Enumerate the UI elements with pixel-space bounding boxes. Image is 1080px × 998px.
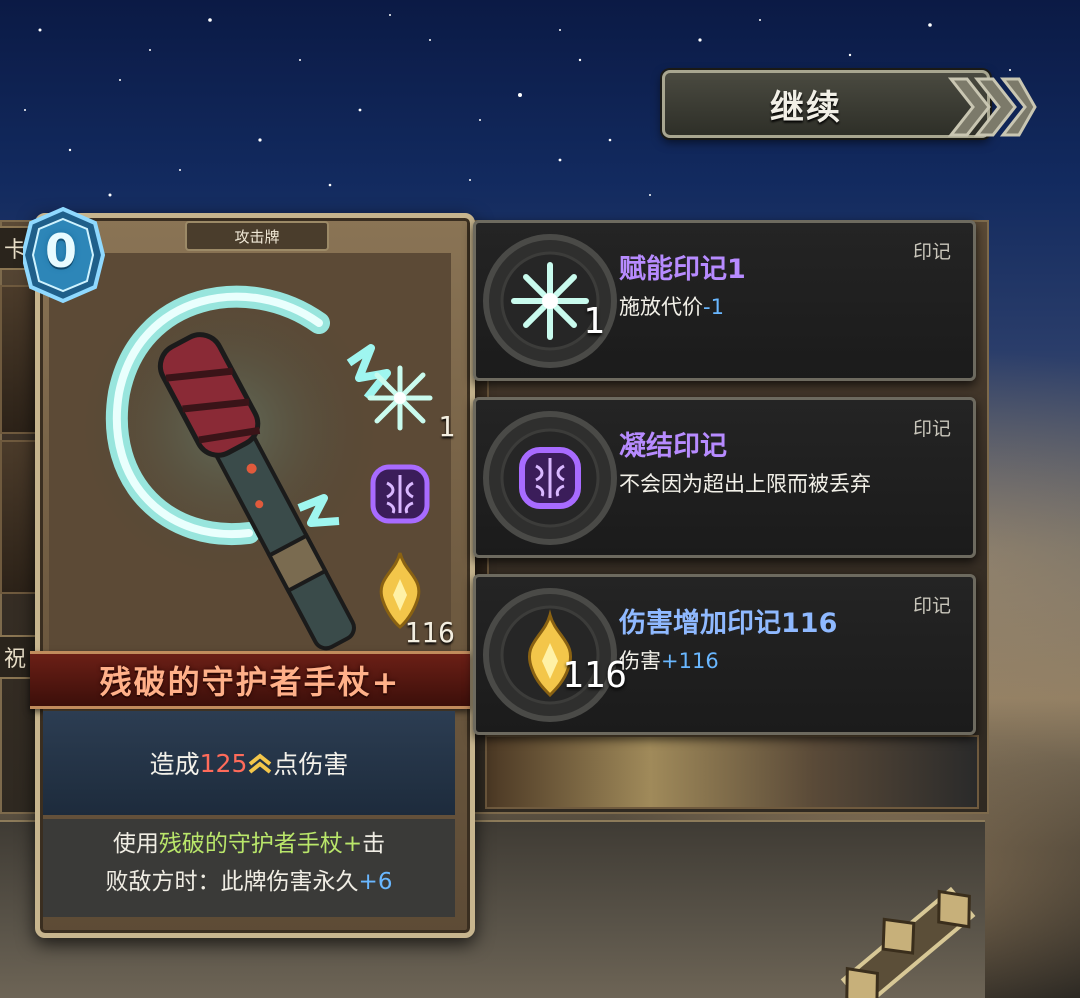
continue-button[interactable]: 继续: [662, 70, 1037, 138]
background-card[interactable]: [0, 285, 40, 434]
background-card[interactable]: [0, 440, 40, 594]
spark-rune-icon: [367, 365, 433, 431]
rune-description: 不会因为超出上限而被丢弃: [619, 468, 871, 498]
rune-desc-value: -1: [703, 295, 724, 319]
rune-title: 赋能印记1: [619, 254, 746, 285]
card-extra-effect: 使用残破的守护者手杖+击 败敌方时：此牌伤害永久+6: [43, 819, 455, 917]
rune-tag: 印记: [912, 595, 951, 617]
extra-text: 击: [362, 831, 386, 857]
rune-desc-text: 伤害: [619, 649, 661, 673]
card-rune-flame[interactable]: 116: [365, 549, 455, 649]
rune-tag: 印记: [912, 418, 951, 440]
upgrade-chevron-icon: [249, 753, 272, 774]
extra-line-2: 败敌方时：此牌伤害永久+6: [43, 863, 455, 901]
brain-rune-icon: [483, 411, 617, 545]
permanent-bonus-value: +6: [358, 869, 393, 895]
attack-card[interactable]: 攻击牌 0 1 116 残破的守护者手杖+ 造成 125 点伤害 使用残破的守护…: [23, 206, 475, 938]
chevron-right-icon: [947, 77, 1037, 137]
spark-rune-icon: [483, 234, 617, 368]
continue-button-label: 继续: [770, 87, 842, 128]
rune-description: 施放代价-1: [619, 291, 724, 321]
extra-line-1: 使用残破的守护者手杖+击: [43, 825, 455, 863]
card-cost: 0: [44, 224, 77, 278]
rune-count: 116: [404, 616, 455, 649]
brain-rune-icon: [370, 464, 430, 524]
rune-stack-count: 1: [583, 301, 605, 342]
rune-desc-text: 不会因为超出上限而被丢弃: [619, 472, 871, 496]
rune-title: 伤害增加印记116: [619, 608, 838, 639]
rune-stack-count: 116: [562, 655, 628, 696]
rune-info-panel-empower: 1 赋能印记1 施放代价-1 印记: [473, 220, 976, 381]
desc-suffix: 点伤害: [273, 750, 349, 779]
rune-title: 凝结印记: [619, 431, 727, 462]
background-card-row[interactable]: [485, 735, 979, 809]
side-tab-label: 祝: [4, 647, 27, 672]
card-rune-spark[interactable]: 1: [365, 363, 455, 443]
rune-count: 1: [438, 410, 455, 443]
card-rune-brain[interactable]: [365, 459, 455, 539]
game-screen: 卡 祝 护 继续 攻击牌: [0, 0, 1080, 998]
rune-desc-value: +116: [661, 649, 719, 673]
desc-prefix: 造成: [149, 750, 200, 779]
card-name-reference: 残破的守护者手杖+: [158, 831, 363, 857]
rune-description: 伤害+116: [619, 645, 719, 675]
rune-desc-text: 施放代价: [619, 295, 703, 319]
damage-value: 125: [199, 748, 248, 778]
extra-text: 使用: [112, 831, 159, 857]
rune-tag: 印记: [912, 241, 951, 263]
card-description: 造成 125 点伤害: [43, 711, 455, 815]
rune-info-panel-condense: 凝结印记 不会因为超出上限而被丢弃 印记: [473, 397, 976, 558]
card-type-label: 攻击牌: [185, 221, 329, 251]
card-rune-list: 1 116: [365, 363, 455, 653]
cross-ornament-icon[interactable]: [820, 860, 1000, 998]
rune-info-panel-damage: 116 伤害增加印记116 伤害+116 印记: [473, 574, 976, 735]
extra-text: 败敌方时：此牌伤害永久: [105, 869, 359, 895]
card-name: 残破的守护者手杖+: [99, 663, 401, 701]
card-name-banner: 残破的守护者手杖+: [30, 651, 470, 709]
